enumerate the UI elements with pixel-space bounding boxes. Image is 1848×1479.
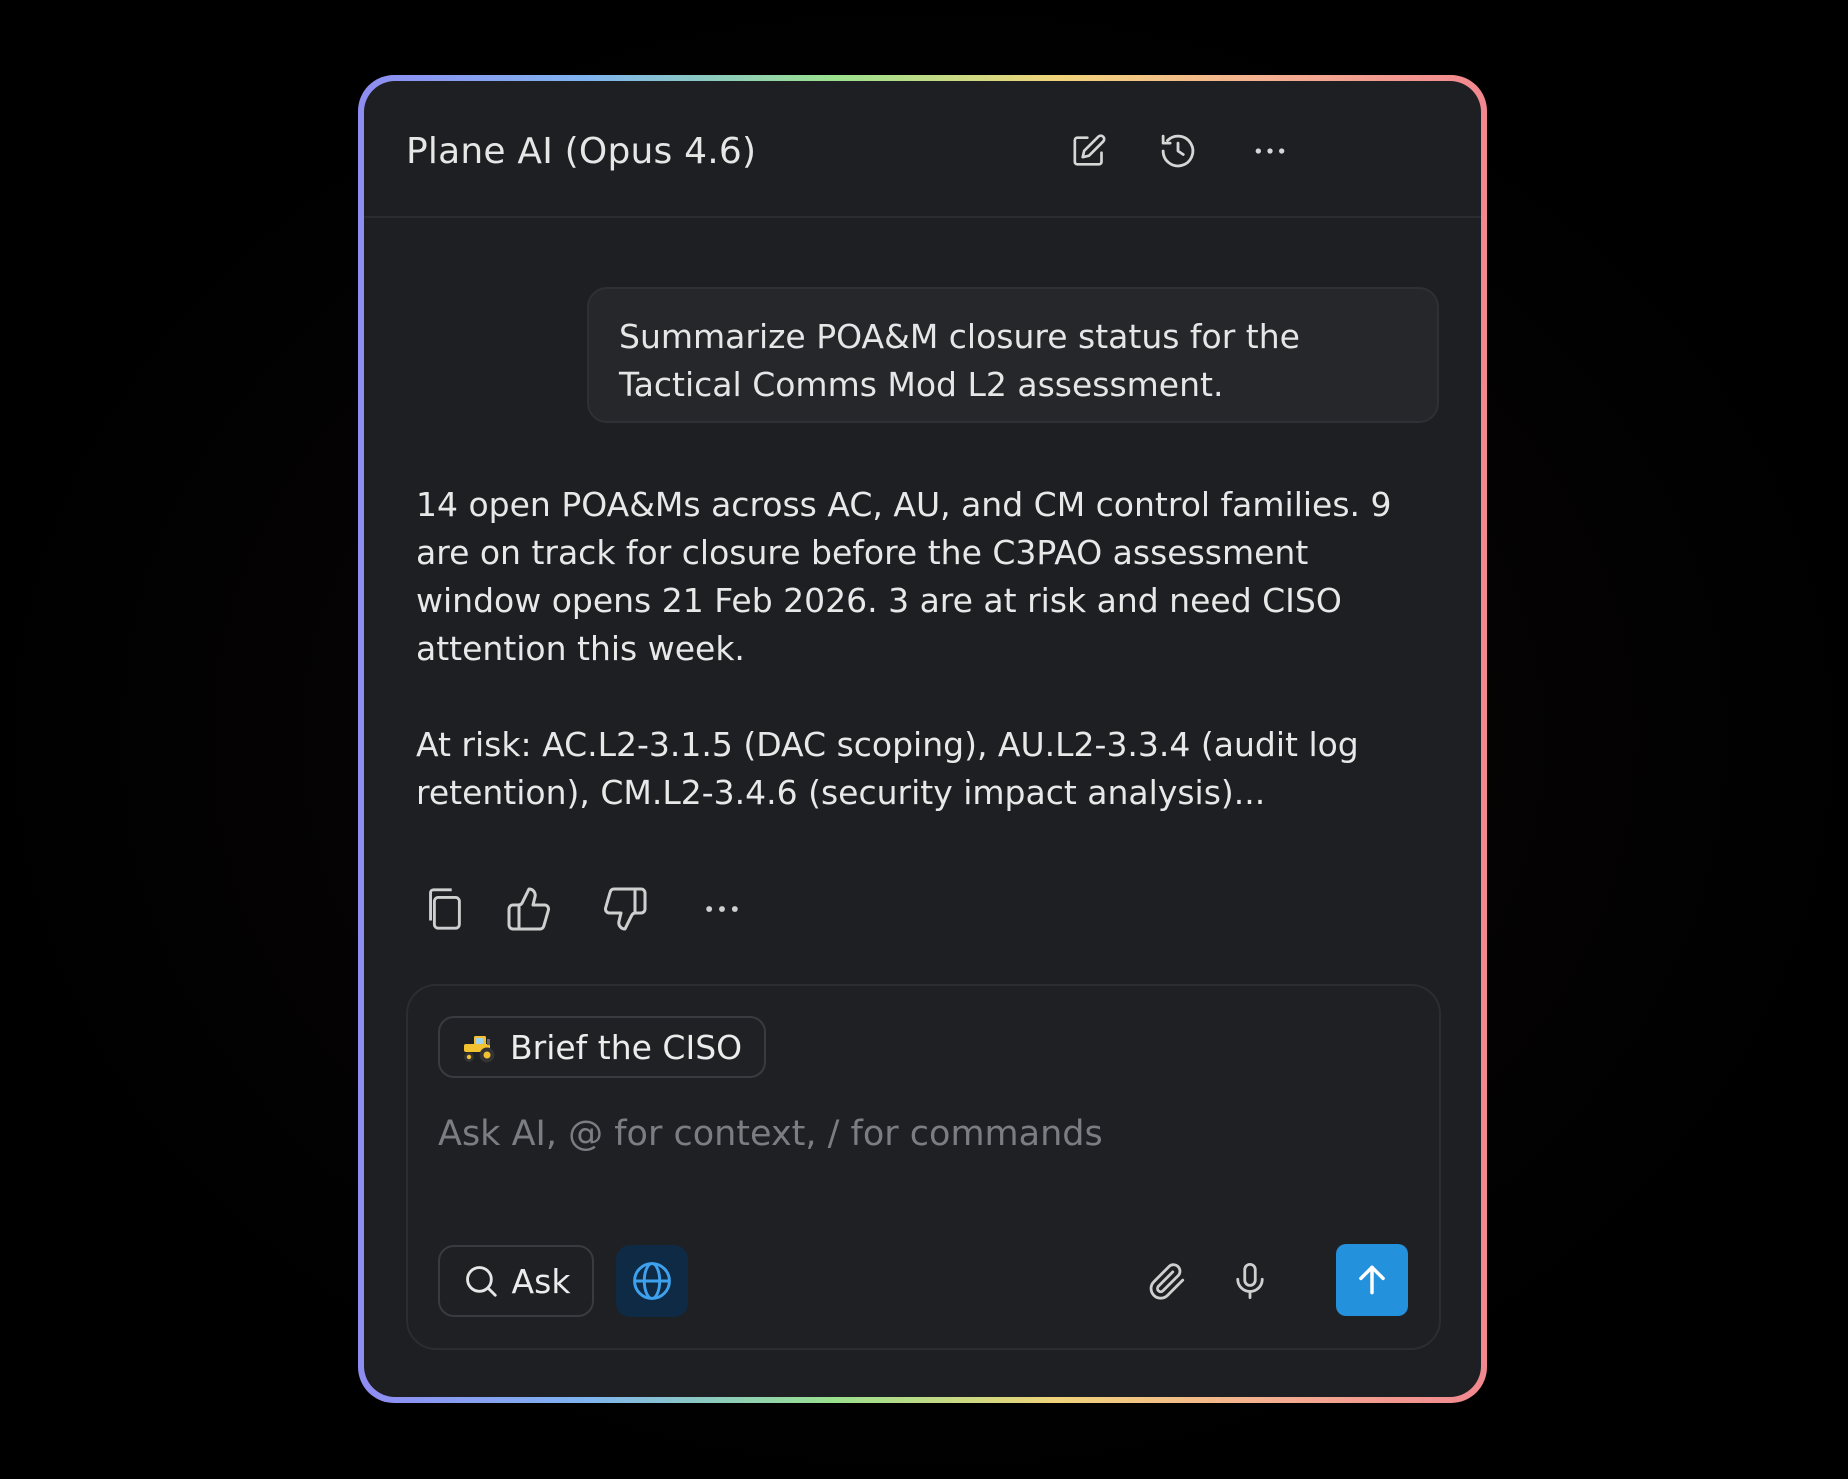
gradient-border: Plane AI (Opus 4.6) Summarize POA&M clos…: [358, 75, 1487, 1403]
ai-chat-panel: Plane AI (Opus 4.6) Summarize POA&M clos…: [364, 81, 1481, 1397]
history-button[interactable]: [1156, 129, 1200, 173]
backdrop: Plane AI (Opus 4.6) Summarize POA&M clos…: [0, 0, 1848, 1479]
ask-mode-label: Ask: [511, 1261, 571, 1301]
copy-button[interactable]: [416, 881, 472, 937]
user-message: Summarize POA&M closure status for the T…: [587, 287, 1439, 423]
reply-paragraph: At risk: AC.L2-3.1.5 (DAC scoping), AU.L…: [416, 725, 1359, 812]
more-options-button[interactable]: [1248, 129, 1292, 173]
more-icon: [706, 906, 738, 912]
panel-title: Plane AI (Opus 4.6): [406, 131, 757, 172]
thumbs-down-button[interactable]: [597, 881, 653, 937]
assistant-reply: 14 open POA&Ms across AC, AU, and CM con…: [416, 481, 1426, 817]
search-icon: [465, 1266, 497, 1297]
paperclip-icon: [1149, 1263, 1185, 1300]
voice-input-button[interactable]: [1225, 1256, 1275, 1306]
suggestion-chip-label: Brief the CISO: [510, 1027, 743, 1067]
attach-button[interactable]: [1142, 1256, 1192, 1306]
composer: Brief the CISO Ask: [406, 984, 1441, 1350]
suggestion-chip[interactable]: Brief the CISO: [438, 1016, 767, 1078]
arrow-up-icon: [1359, 1265, 1385, 1295]
edit-icon: [1073, 134, 1106, 166]
globe-icon: [633, 1262, 671, 1300]
new-chat-button[interactable]: [1067, 129, 1111, 173]
tractor-icon: [460, 1030, 498, 1064]
message-more-button[interactable]: [694, 881, 750, 937]
thumbs-up-icon: [507, 887, 550, 931]
copy-icon: [429, 888, 461, 930]
history-icon: [1161, 134, 1195, 168]
thumbs-down-icon: [604, 887, 647, 931]
more-icon: [1255, 148, 1285, 154]
prompt-input[interactable]: [438, 1104, 1398, 1164]
microphone-icon: [1236, 1262, 1264, 1300]
ask-mode-button[interactable]: Ask: [438, 1245, 594, 1317]
reply-paragraph: 14 open POA&Ms across AC, AU, and CM con…: [416, 485, 1392, 668]
send-button[interactable]: [1336, 1244, 1408, 1316]
thumbs-up-button[interactable]: [501, 881, 557, 937]
web-search-toggle[interactable]: [616, 1245, 688, 1317]
panel-header: Plane AI (Opus 4.6): [364, 81, 1481, 218]
